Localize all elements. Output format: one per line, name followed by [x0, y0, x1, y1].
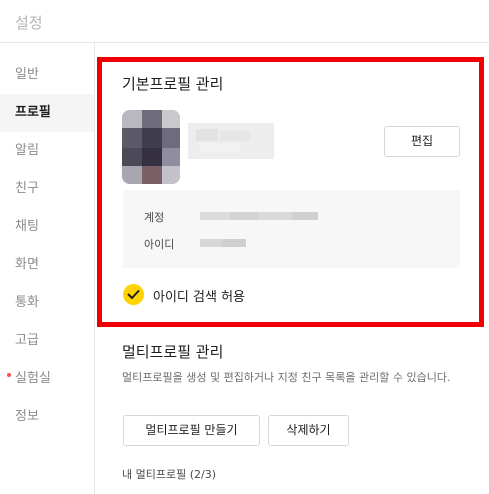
account-label: 계정: [144, 211, 165, 224]
account-value-blurred: [200, 212, 318, 220]
sidebar-item-labs[interactable]: 실험실: [0, 360, 94, 398]
sidebar-item-label: 채팅: [15, 219, 39, 234]
sidebar-item-label: 프로필: [15, 105, 51, 120]
sidebar-item-label: 일반: [15, 67, 39, 82]
basic-profile-title: 기본프로필 관리: [122, 75, 224, 93]
sidebar-item-advanced[interactable]: 고급: [0, 322, 94, 360]
new-dot-icon: [7, 373, 11, 377]
sidebar-item-calls[interactable]: 통화: [0, 284, 94, 322]
multi-profile-description: 멀티프로필을 생성 및 편집하거나 지정 친구 목록을 관리할 수 있습니다.: [122, 371, 451, 384]
id-label: 아이디: [144, 238, 175, 251]
sidebar-item-general[interactable]: 일반: [0, 56, 94, 94]
allow-id-search-label: 아이디 검색 허용: [153, 290, 245, 305]
account-info-box: 계정 아이디: [123, 190, 460, 268]
sidebar-item-friends[interactable]: 친구: [0, 170, 94, 208]
sidebar-item-display[interactable]: 화면: [0, 246, 94, 284]
checkmark-icon: [127, 290, 140, 299]
sidebar-item-label: 정보: [15, 409, 39, 424]
profile-name-blurred: [188, 123, 274, 159]
sidebar-item-label: 실험실: [15, 371, 51, 386]
sidebar-item-label: 통화: [15, 295, 39, 310]
sidebar-item-profile[interactable]: 프로필: [0, 94, 94, 132]
profile-settings-panel: 기본프로필 관리 편집 계정 아이디 아이디 검색 허용 멀티프로필 관리 멀티…: [96, 43, 489, 494]
sidebar-item-label: 고급: [15, 333, 39, 348]
sidebar-item-label: 화면: [15, 257, 39, 272]
sidebar-item-notifications[interactable]: 알림: [0, 132, 94, 170]
id-value-blurred: [200, 239, 246, 247]
my-multi-profiles-label: 내 멀티프로필 (2/3): [122, 468, 216, 481]
edit-profile-button[interactable]: 편집: [384, 126, 460, 157]
sidebar-item-label: 친구: [15, 181, 39, 196]
allow-id-search-checkbox[interactable]: [123, 284, 144, 305]
create-multi-profile-button[interactable]: 멀티프로필 만들기: [123, 415, 260, 446]
sidebar-item-chats[interactable]: 채팅: [0, 208, 94, 246]
window-title: 설정: [15, 14, 43, 32]
delete-multi-profile-button[interactable]: 삭제하기: [268, 415, 349, 446]
multi-profile-title: 멀티프로필 관리: [122, 343, 224, 361]
settings-sidebar: 일반 프로필 알림 친구 채팅 화면 통화 고급 실험실 정보: [0, 43, 95, 494]
sidebar-item-about[interactable]: 정보: [0, 398, 94, 436]
title-bar: 설정: [0, 0, 489, 43]
sidebar-item-label: 알림: [15, 143, 39, 158]
profile-avatar[interactable]: [122, 110, 180, 184]
